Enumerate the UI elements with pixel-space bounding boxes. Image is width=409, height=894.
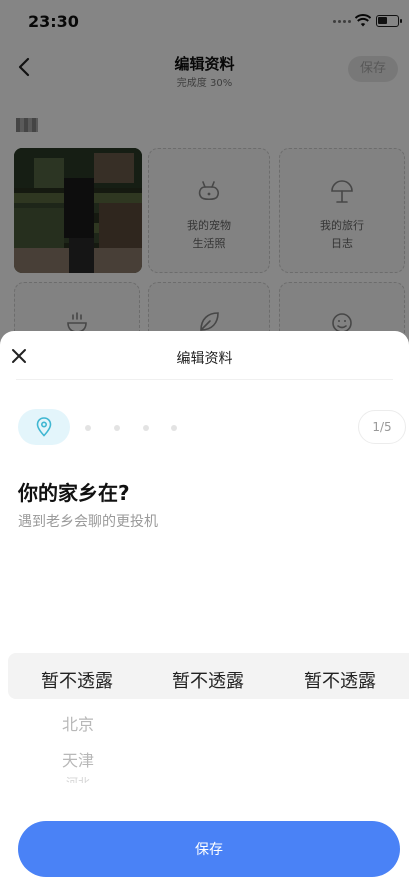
step-dot <box>143 425 149 431</box>
step-dot <box>85 425 91 431</box>
divider <box>16 379 393 380</box>
step-dot <box>114 425 120 431</box>
question-title: 你的家乡在? <box>18 481 130 505</box>
picker-option[interactable]: 天津 <box>18 747 138 771</box>
picker-option[interactable]: 北京 <box>18 711 138 735</box>
current-step-indicator <box>18 409 70 445</box>
sheet-title: 编辑资料 <box>176 351 233 367</box>
picker-province[interactable]: 暂不透露 <box>12 667 142 693</box>
question-hint: 遇到老乡会聊的更投机 <box>18 514 158 530</box>
step-counter: 1/5 <box>358 410 406 444</box>
edit-profile-sheet: 编辑资料 1/5 你的家乡在? 遇到老乡会聊的更投机 暂不透露 暂不透露 暂不透… <box>0 331 409 894</box>
save-button[interactable]: 保存 <box>18 821 400 877</box>
picker-district[interactable]: 暂不透露 <box>275 667 405 693</box>
picker-city[interactable]: 暂不透露 <box>143 667 273 693</box>
step-dot <box>171 425 177 431</box>
picker-option[interactable]: 河北 <box>18 773 138 783</box>
location-pin-icon <box>36 417 52 437</box>
